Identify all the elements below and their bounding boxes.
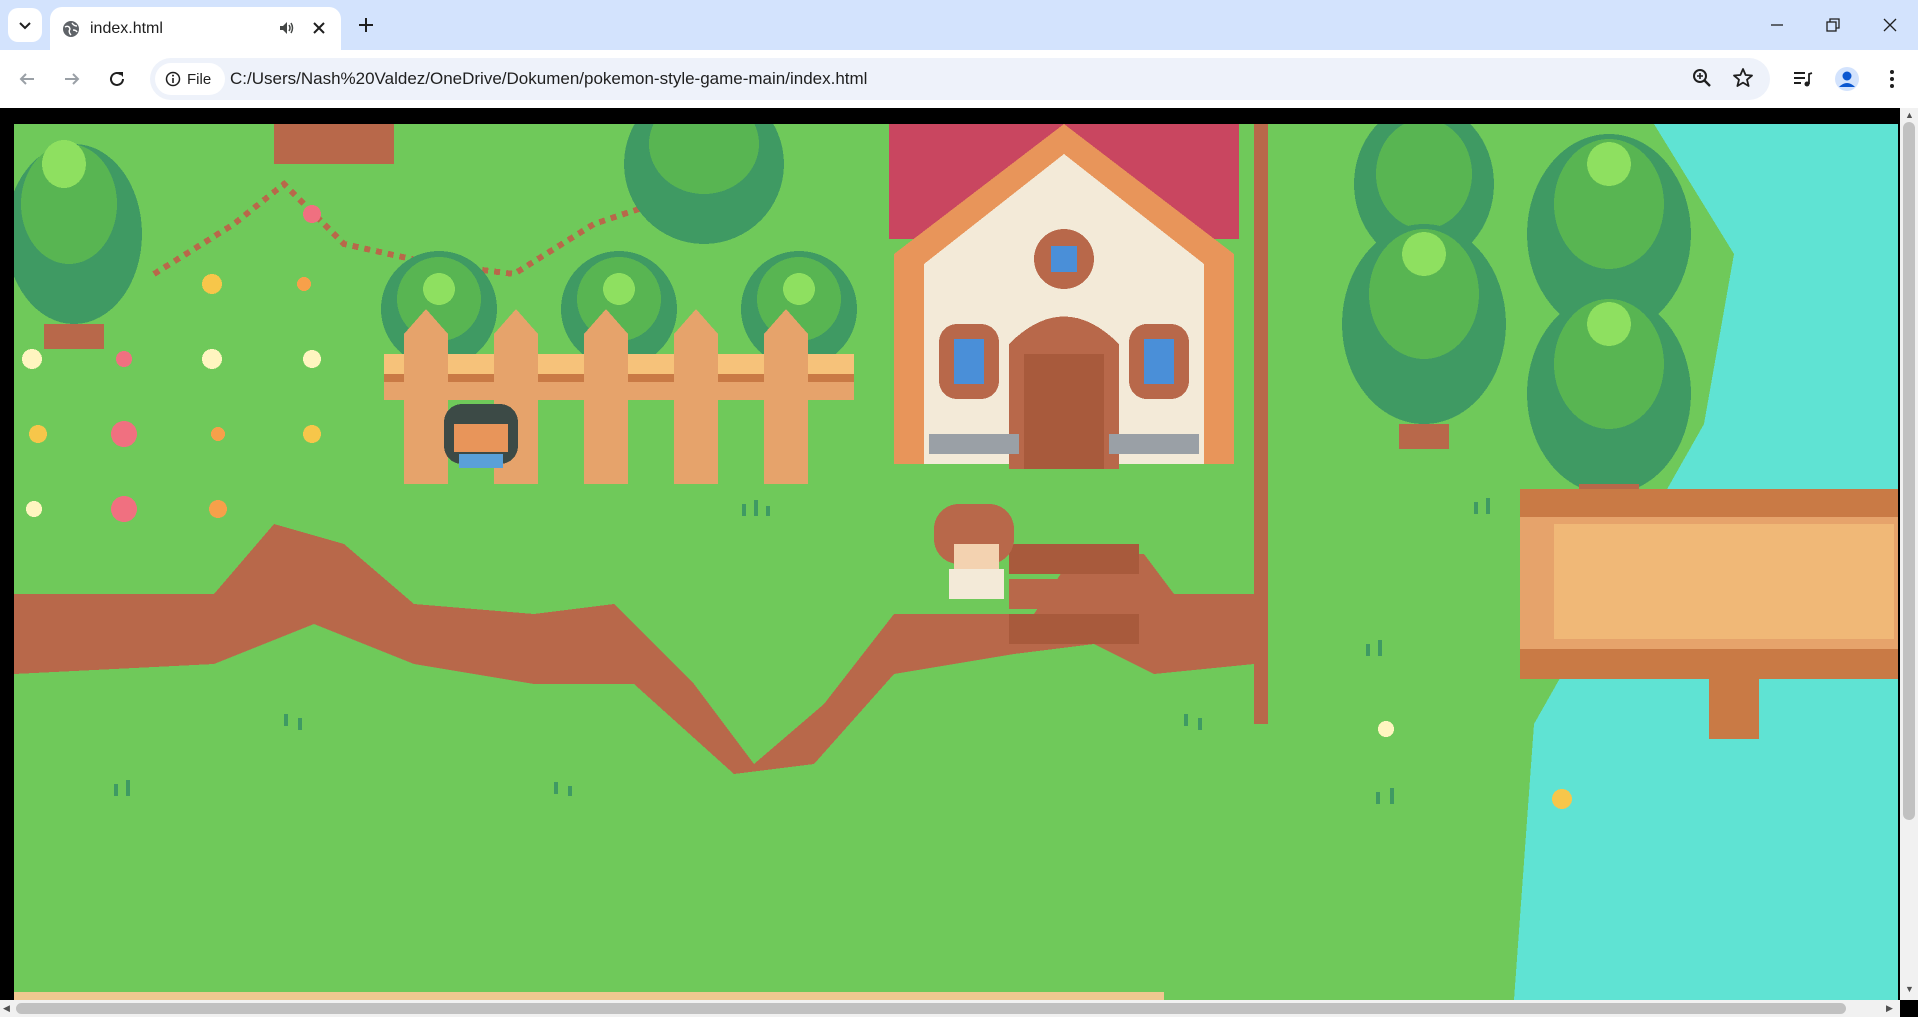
tab-title: index.html [90,20,163,37]
house [889,124,1239,469]
tab-strip: index.html [0,0,1918,50]
forward-button[interactable] [56,63,88,95]
restore-icon [1826,18,1840,32]
path-edge [14,992,1164,1000]
scroll-up-icon[interactable]: ▲ [1905,110,1914,120]
game-scene [14,124,1898,1000]
stairs [1009,544,1139,644]
new-tab-button[interactable] [352,11,380,39]
profile-button[interactable] [1831,63,1863,95]
media-controls-icon [1794,72,1813,87]
tab-search-button[interactable] [8,8,42,42]
stump [274,124,394,164]
speaker-icon[interactable] [278,19,296,42]
vertical-scrollbar-thumb[interactable] [1903,122,1915,820]
scroll-down-icon[interactable]: ▼ [1905,984,1914,994]
npc-character [444,404,518,468]
horizontal-scrollbar-thumb[interactable] [16,1003,1846,1014]
info-icon [165,71,181,87]
plus-icon [359,18,373,32]
page-viewport: ▲ ▼ ◀ ▶ [0,108,1918,1017]
globe-icon [62,20,80,43]
media-controls-button[interactable] [1786,63,1818,95]
minimize-icon [1771,24,1783,26]
close-tab-icon[interactable] [310,19,328,42]
vertical-scrollbar[interactable]: ▲ ▼ [1900,108,1918,1000]
game-canvas[interactable] [14,124,1898,1000]
browser-toolbar: File C:/Users/Nash%20Valdez/OneDrive/Dok… [0,50,1918,108]
water [1544,764,1898,1000]
restore-button[interactable] [1818,10,1848,40]
cliff-edge [1254,124,1268,724]
minimize-button[interactable] [1762,10,1792,40]
star-icon[interactable] [1731,66,1755,95]
close-window-button[interactable] [1875,10,1905,40]
forward-arrow-icon [65,73,80,85]
back-button[interactable] [11,63,43,95]
avatar-icon [1835,67,1859,91]
site-info-label: File [187,70,212,88]
close-icon [1883,18,1897,32]
reload-button[interactable] [101,63,133,95]
url-text[interactable]: C:/Users/Nash%20Valdez/OneDrive/Dokumen/… [230,69,867,89]
horizontal-scrollbar[interactable]: ◀ ▶ [0,1000,1900,1017]
browser-tab[interactable]: index.html [50,7,341,50]
kebab-menu-icon [1890,70,1894,88]
address-bar[interactable]: File C:/Users/Nash%20Valdez/OneDrive/Dok… [150,58,1770,100]
scroll-right-icon[interactable]: ▶ [1886,1003,1893,1014]
chevron-down-icon [19,22,31,30]
browser-menu-button[interactable] [1876,63,1908,95]
site-info-chip[interactable]: File [155,63,225,95]
back-arrow-icon [19,73,34,85]
reload-icon [110,71,124,86]
scroll-left-icon[interactable]: ◀ [3,1003,10,1014]
zoom-icon[interactable] [1690,66,1714,95]
